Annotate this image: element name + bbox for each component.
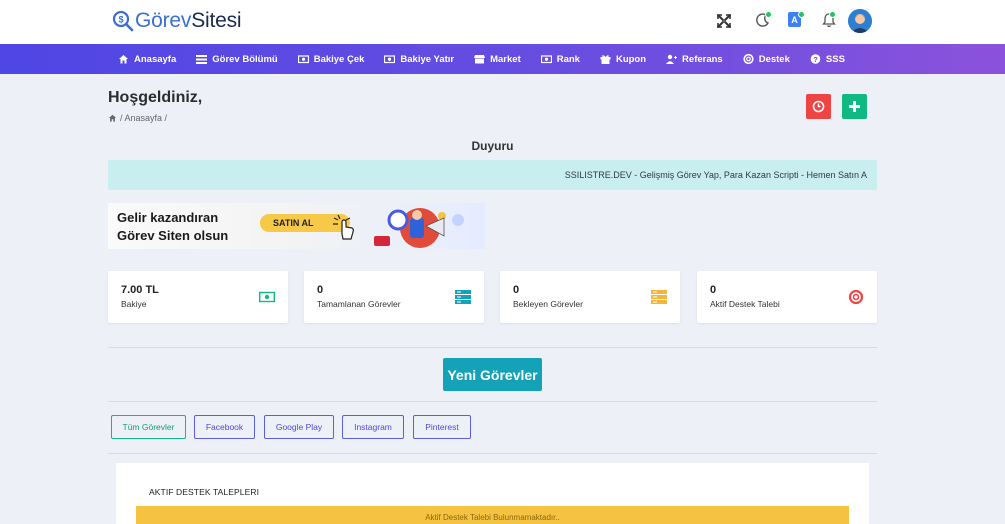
stat-card-balance: 7.00 TL Bakiye	[108, 271, 288, 323]
nav-item-bakiye-cek[interactable]: Bakiye Çek	[297, 53, 365, 65]
nav-item-anasayfa[interactable]: Anasayfa	[118, 54, 176, 65]
breadcrumb-path[interactable]: / Anasayfa /	[120, 113, 167, 123]
support-empty-alert: Aktif Destek Talebi Bulunmamaktadır..	[136, 506, 849, 524]
user-plus-icon	[666, 54, 678, 64]
announcement-marquee[interactable]: SSILISTRE.DEV - Gelişmiş Görev Yap, Para…	[108, 160, 877, 190]
add-button[interactable]	[842, 94, 867, 119]
money-icon	[297, 55, 309, 64]
stat-value: 0	[317, 284, 324, 296]
announcement-heading: Duyuru	[471, 139, 514, 153]
nav-label: Görev Bölümü	[212, 53, 278, 65]
stat-value: 0	[710, 284, 717, 296]
filter-google-play[interactable]: Google Play	[264, 415, 334, 439]
nav-label: Bakiye Çek	[313, 53, 365, 65]
banner-cta-label: SATIN AL	[273, 218, 314, 228]
stat-card-pending: 0 Bekleyen Görevler	[500, 271, 680, 323]
stat-label: Tamamlanan Görevler	[317, 299, 401, 309]
question-icon: ?	[810, 54, 821, 64]
stat-label: Aktif Destek Talebi	[710, 299, 780, 309]
server-icon	[651, 290, 667, 304]
money-icon	[384, 55, 396, 64]
nav-label: SSS	[825, 53, 845, 65]
divider	[108, 453, 877, 454]
life-ring-icon	[743, 54, 754, 64]
main-nav: Anasayfa Görev Bölümü Bakiye Çek Bakiye …	[0, 44, 1005, 74]
filter-facebook[interactable]: Facebook	[194, 415, 255, 439]
nav-item-bakiye-yatir[interactable]: Bakiye Yatır	[384, 54, 454, 65]
nav-label: Destek	[758, 53, 790, 65]
promo-illustration-icon	[374, 208, 464, 248]
svg-text:$: $	[119, 15, 124, 25]
search-coin-icon: $	[112, 10, 134, 32]
status-dot	[765, 11, 772, 18]
logo-text-part1: Görev	[135, 9, 192, 32]
support-heading: AKTIF DESTEK TALEPLERI	[149, 487, 260, 497]
filter-pinterest[interactable]: Pinterest	[413, 415, 471, 439]
logo-text-part2: Sitesi	[191, 9, 242, 32]
life-ring-icon	[848, 290, 864, 304]
nav-label: Referans	[682, 53, 723, 65]
filter-instagram[interactable]: Instagram	[342, 415, 404, 439]
filter-all-tasks[interactable]: Tüm Görevler	[111, 415, 186, 439]
status-dot	[798, 11, 805, 18]
home-icon	[119, 55, 128, 64]
svg-text:?: ?	[813, 55, 818, 64]
announcement-text: SSILISTRE.DEV - Gelişmiş Görev Yap, Para…	[564, 170, 867, 180]
banner-line2: Görev Siten olsun	[117, 228, 229, 243]
support-empty-text: Aktif Destek Talebi Bulunmamaktadır..	[425, 512, 560, 522]
top-header: $ Görev Sitesi A	[0, 0, 1005, 44]
plus-icon	[849, 101, 860, 112]
nav-label: Kupon	[615, 53, 647, 65]
support-panel: AKTIF DESTEK TALEPLERI Aktif Destek Tale…	[116, 463, 869, 524]
divider	[108, 401, 877, 402]
divider	[108, 347, 877, 348]
list-icon	[196, 55, 208, 64]
filter-label: Instagram	[354, 422, 392, 432]
page-title: Hoşgeldiniz,	[108, 89, 203, 106]
status-dot	[829, 11, 836, 18]
nav-item-market[interactable]: Market	[474, 54, 521, 65]
nav-item-gorev-bolumu[interactable]: Görev Bölümü	[196, 53, 278, 65]
nav-label: Market	[490, 53, 521, 65]
logo[interactable]: $ Görev Sitesi	[112, 9, 242, 33]
nav-label: Bakiye Yatır	[400, 53, 455, 65]
clock-icon	[812, 100, 825, 113]
promo-banner[interactable]: Gelir kazandıran Görev Siten olsun SATIN…	[108, 203, 485, 249]
filter-label: Google Play	[275, 422, 323, 432]
filter-label: Pinterest	[425, 422, 459, 432]
stat-card-completed: 0 Tamamlanan Görevler	[304, 271, 484, 323]
svg-text:A: A	[791, 15, 798, 25]
nav-label: Anasayfa	[134, 53, 177, 65]
stat-card-support: 0 Aktif Destek Talebi	[697, 271, 877, 323]
nav-item-destek[interactable]: Destek	[743, 54, 790, 65]
home-icon[interactable]	[108, 114, 117, 122]
filter-label: Tüm Görevler	[122, 422, 175, 432]
filter-label: Facebook	[205, 422, 244, 432]
banner-line1: Gelir kazandıran	[117, 210, 219, 225]
nav-item-referans[interactable]: Referans	[666, 54, 723, 65]
new-tasks-label: Yeni Görevler	[447, 366, 538, 383]
stat-label: Bakiye	[121, 299, 147, 309]
nav-item-sss[interactable]: ? SSS	[810, 54, 845, 65]
money-icon	[540, 55, 552, 64]
nav-item-rank[interactable]: Rank	[540, 53, 580, 65]
store-icon	[474, 55, 486, 64]
hand-cursor-icon	[333, 214, 354, 240]
stat-value: 0	[513, 284, 520, 296]
server-icon	[455, 290, 471, 304]
clock-button[interactable]	[806, 94, 831, 119]
breadcrumb: / Anasayfa /	[108, 113, 167, 123]
stat-value: 7.00 TL	[121, 284, 159, 296]
money-bill-icon	[259, 291, 275, 303]
gift-icon	[600, 55, 611, 64]
fullscreen-icon[interactable]	[716, 13, 732, 29]
new-tasks-button[interactable]: Yeni Görevler	[443, 358, 542, 391]
stat-label: Bekleyen Görevler	[513, 299, 583, 309]
nav-item-kupon[interactable]: Kupon	[600, 54, 646, 65]
user-avatar-icon	[848, 9, 872, 33]
nav-label: Rank	[556, 53, 580, 65]
avatar[interactable]	[848, 9, 872, 33]
